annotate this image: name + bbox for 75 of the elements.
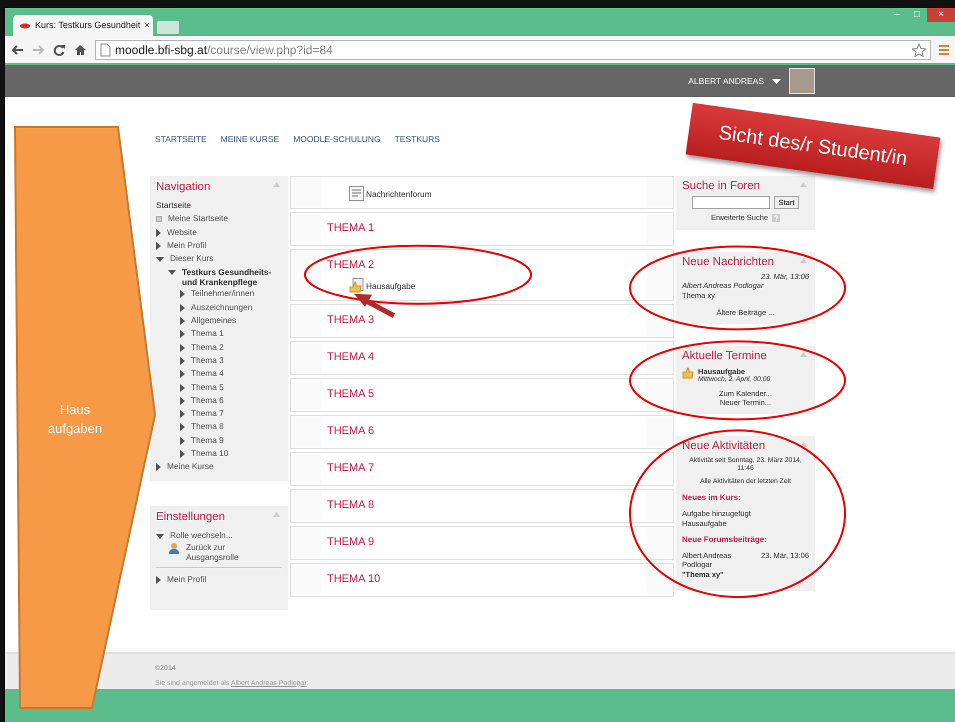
home-icon[interactable]: [74, 44, 87, 56]
caret-down-icon[interactable]: [156, 257, 164, 262]
breadcrumb-link[interactable]: MEINE KURSE: [220, 133, 280, 146]
caret-down-icon[interactable]: [168, 270, 176, 276]
nav-link[interactable]: Allgemeines: [191, 314, 236, 328]
activity-link[interactable]: Hausaufgabe: [366, 280, 416, 293]
nav-link[interactable]: Rolle wechseln...: [170, 528, 233, 542]
nav-link[interactable]: Thema 9: [191, 434, 224, 448]
caret-icon[interactable]: [772, 78, 781, 84]
thumbs-up-icon: [349, 278, 364, 293]
nav-link[interactable]: Thema 6: [191, 394, 224, 408]
nav-link[interactable]: Testkurs Gesundheits- und Krankenpflege: [182, 265, 282, 288]
nav-link[interactable]: Mein Profil: [167, 238, 206, 252]
caret-right-icon[interactable]: [180, 304, 185, 312]
user-name[interactable]: ALBERT ANDREAS: [688, 74, 764, 88]
nav-link[interactable]: Teilnehmer/innen: [191, 287, 254, 301]
caret-right-icon[interactable]: [180, 290, 185, 298]
section-heading: Neue Forumsbeiträge:: [682, 534, 768, 545]
nav-link[interactable]: Mein Profil: [167, 573, 206, 586]
close-button[interactable]: ×: [927, 8, 955, 22]
nav-link[interactable]: Thema 4: [191, 367, 224, 381]
address-bar[interactable]: moodle.bfi-sbg.at/course/view.php?id=84: [95, 40, 931, 60]
block-title: Einstellungen: [156, 510, 226, 525]
collapse-icon[interactable]: [800, 442, 807, 448]
forum-icon: [349, 186, 364, 201]
star-icon[interactable]: [912, 42, 926, 56]
caret-right-icon[interactable]: [180, 450, 185, 458]
nav-label: Startseite: [156, 199, 192, 212]
caret-right-icon[interactable]: [180, 344, 185, 352]
nav-link[interactable]: Thema 5: [191, 380, 224, 394]
nav-link[interactable]: Zurück zur Ausgangsrolle: [186, 542, 256, 562]
nav-link[interactable]: Thema 10: [191, 447, 228, 460]
activity-link[interactable]: Nachrichtenforum: [366, 188, 432, 201]
page-icon: [100, 42, 111, 56]
caret-right-icon[interactable]: [180, 423, 185, 432]
nav-link[interactable]: Meine Kurse: [167, 460, 214, 474]
nav-link[interactable]: Meine Startseite: [168, 212, 228, 226]
nav-link[interactable]: Thema 7: [191, 407, 224, 420]
thumbs-up-icon: [682, 366, 694, 379]
caret-right-icon[interactable]: [180, 370, 185, 378]
bullet-icon: [156, 216, 162, 222]
caret-right-icon[interactable]: [180, 317, 185, 326]
reload-icon[interactable]: [53, 44, 66, 56]
nav-link[interactable]: Thema 1: [191, 327, 224, 341]
close-icon[interactable]: ×: [144, 18, 150, 32]
breadcrumb-link[interactable]: MOODLE-SCHULUNG: [293, 133, 381, 146]
breadcrumb-link[interactable]: STARTSEITE: [155, 133, 207, 146]
caret-right-icon[interactable]: [180, 410, 185, 418]
url-text: moodle.bfi-sbg.at/course/view.php?id=84: [115, 42, 333, 58]
nav-link[interactable]: Thema 3: [191, 354, 224, 368]
nav-link[interactable]: Thema 8: [191, 420, 224, 434]
caret-right-icon[interactable]: [180, 356, 185, 365]
block-title: Neue Nachrichten: [682, 254, 774, 269]
breadcrumb-link[interactable]: TESTKURS: [394, 133, 440, 146]
person-icon: [168, 542, 180, 554]
nav-link[interactable]: Website: [167, 226, 197, 239]
nav-link[interactable]: Dieser Kurs: [170, 252, 214, 266]
section-title[interactable]: THEMA 2: [327, 256, 639, 275]
search-field[interactable]: [692, 196, 770, 210]
caret-down-icon[interactable]: [156, 534, 164, 539]
annotation-label: Haus aufgaben: [46, 401, 104, 438]
block-title: Navigation: [156, 180, 210, 195]
site-icon: [19, 22, 31, 28]
tab-title: Kurs: Testkurs Gesundheit: [35, 18, 140, 32]
browser-tab[interactable]: Kurs: Testkurs Gesundheit ×: [13, 15, 153, 36]
caret-right-icon[interactable]: [180, 330, 185, 338]
nav-link[interactable]: Auszeichnungen: [191, 300, 252, 314]
section-heading: Neues im Kurs:: [682, 493, 742, 504]
block-title: Aktuelle Termine: [682, 349, 767, 364]
caret-right-icon[interactable]: [180, 396, 185, 405]
nav-link[interactable]: Thema 2: [191, 340, 224, 354]
block-title: Neue Aktivitäten: [682, 439, 766, 454]
caret-right-icon[interactable]: [180, 384, 185, 392]
back-icon[interactable]: [11, 44, 24, 56]
caret-right-icon[interactable]: [180, 436, 185, 445]
